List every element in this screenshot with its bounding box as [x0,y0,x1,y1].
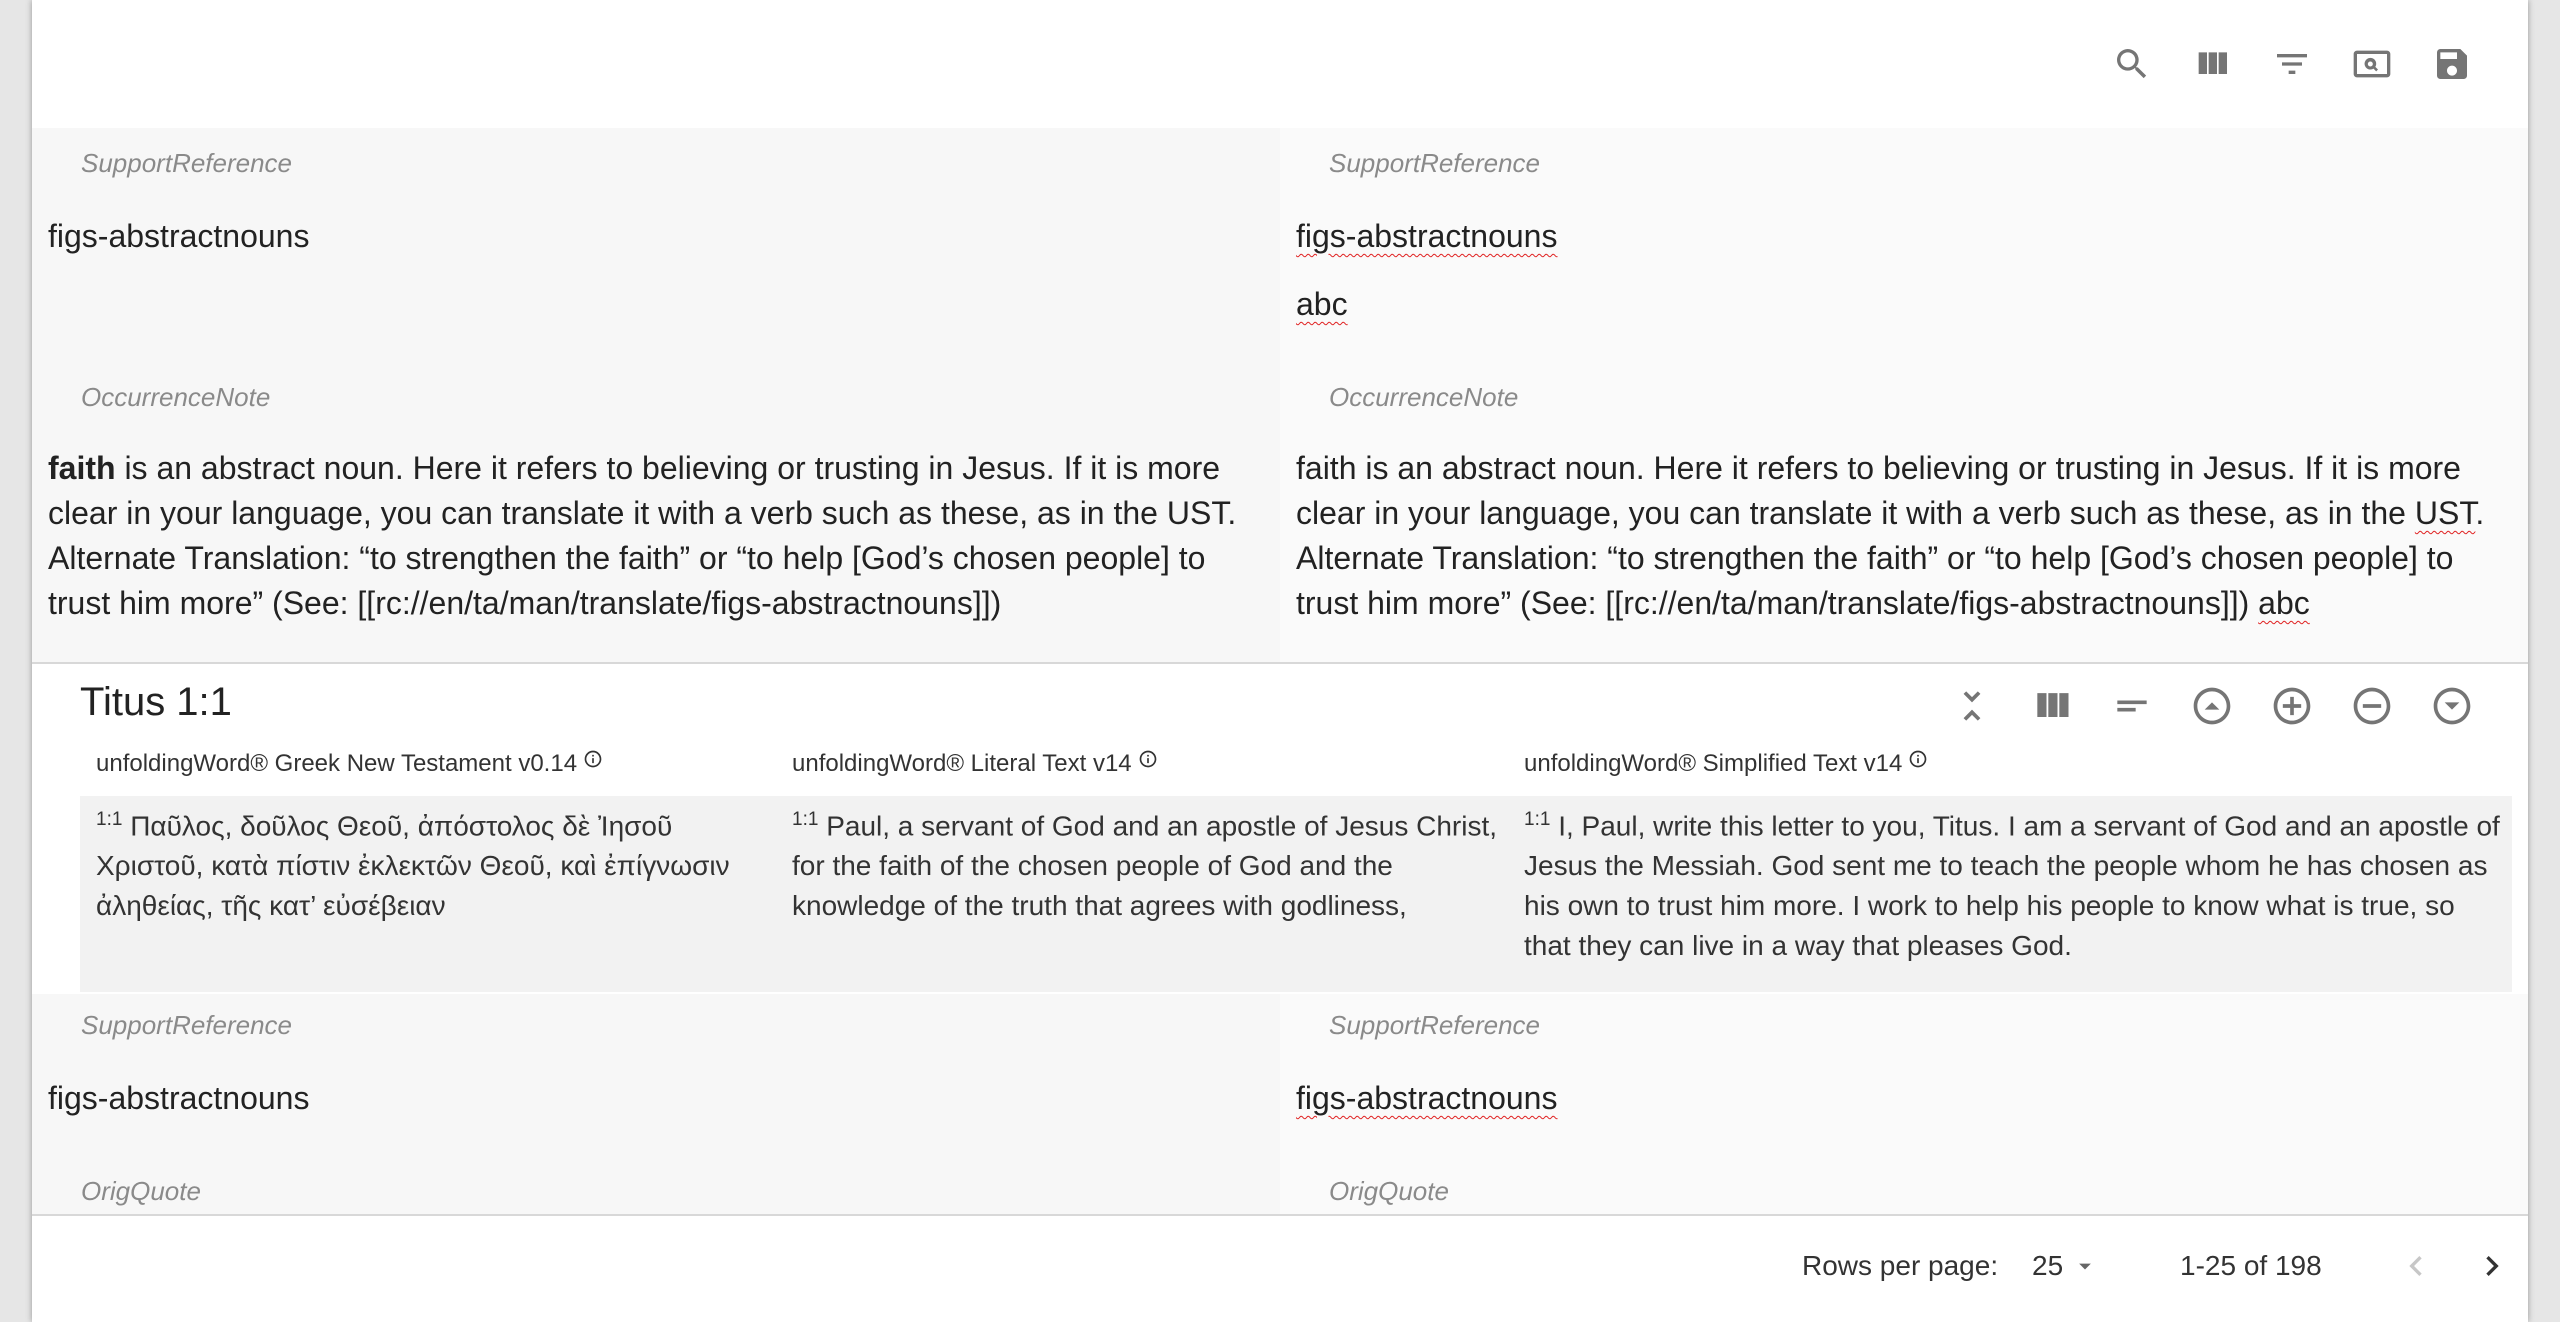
scripture-toolbar [1946,680,2478,732]
target-cell: SupportReference figs-abstractnouns Orig… [1280,994,2528,1214]
chevron-right-icon [2486,1256,2499,1276]
scripture-pane: Titus 1:1 unfoldingWord® Greek New Testa… [32,662,2528,996]
version-title: unfoldingWord® Simplified Text v14 [1524,750,1903,777]
version-header: unfoldingWord® Greek New Testament v0.14 [96,750,603,778]
previous-page-button[interactable] [2392,1242,2440,1290]
scripture-reference-title: Titus 1:1 [80,680,232,724]
preview-button[interactable] [2346,38,2398,90]
occurrence-note-text: faith is an abstract noun. Here it refer… [1296,450,2461,531]
search-button[interactable] [2106,38,2158,90]
occurrence-note-ust: UST [2414,495,2476,531]
support-reference-value: figs-abstractnouns [48,218,310,254]
occurrence-note-label: OccurrenceNote [81,382,271,412]
support-reference-label: SupportReference [81,1010,293,1040]
view-column-icon [2037,693,2069,717]
app-page: SupportReference figs-abstractnouns Occu… [32,0,2528,1322]
verse-content: Παῦλος, δοῦλος Θεοῦ, ἀπόστολος δὲ Ἰησοῦ … [96,810,730,922]
search-icon [2117,49,2147,79]
add-circle-icon [2273,687,2311,725]
support-reference-label: SupportReference [81,148,293,178]
info-icon[interactable] [1908,749,1928,769]
verse-number: 1:1 [1524,809,1551,830]
save-button[interactable] [2426,38,2478,90]
occurrence-note-text: is an abstract noun. Here it refers to b… [48,450,1237,621]
support-reference-extra[interactable]: abc [1296,282,1348,327]
find-in-page-icon [2353,50,2391,78]
verse-content: Paul, a servant of God and an apostle of… [792,810,1498,922]
filter-list-icon [2277,54,2307,74]
filter-button[interactable] [2266,38,2318,90]
arrow-down-circle-icon [2433,687,2471,725]
decrease-button[interactable] [2346,680,2398,732]
short-text-icon [2117,700,2147,712]
remove-circle-icon [2353,687,2391,725]
version-title: unfoldingWord® Greek New Testament v0.14 [96,750,578,777]
occurrence-note-abc: abc [2258,585,2310,621]
view-column-icon [2198,52,2227,74]
support-reference-input[interactable]: figs-abstractnouns [1296,1076,1557,1121]
info-icon[interactable] [1138,749,1158,769]
orig-quote-label: OrigQuote [1329,1176,1449,1206]
version-header: unfoldingWord® Simplified Text v14 [1524,750,1928,778]
support-reference-value: figs-abstractnouns [1296,218,1558,254]
support-reference-label: SupportReference [1329,1010,1541,1040]
next-verse-button[interactable] [2426,680,2478,732]
pagination-footer: Rows per page: 25 1-25 of 198 [32,1214,2528,1322]
support-reference-extra-text: abc [1296,286,1348,322]
rows-per-page-value: 25 [2032,1250,2064,1281]
previous-verse-button[interactable] [2186,680,2238,732]
view-columns-button[interactable] [2026,680,2078,732]
occurrence-note-input[interactable]: faith is an abstract noun. Here it refer… [1296,446,2518,626]
table-toolbar [2106,38,2478,90]
occurrence-note-value: faith is an abstract noun. Here it refer… [48,446,1270,626]
save-icon [2437,49,2467,79]
chevron-left-icon [2409,1256,2422,1276]
support-reference-value: figs-abstractnouns [1296,1080,1558,1116]
source-cell: SupportReference figs-abstractnouns Orig… [32,994,1280,1214]
verse-text: 1:1 Paul, a servant of God and an apostl… [792,800,1522,926]
support-reference-value: figs-abstractnouns [48,1080,310,1116]
verse-number: 1:1 [96,809,123,830]
support-reference-input[interactable]: figs-abstractnouns [1296,214,1557,259]
collapse-button[interactable] [1946,680,1998,732]
target-cell: SupportReference figs-abstractnouns abc … [1280,128,2528,662]
dropdown-arrow-icon [2079,1263,2091,1270]
occurrence-note-label: OccurrenceNote [1329,382,1519,412]
source-cell: SupportReference figs-abstractnouns Occu… [32,128,1280,662]
next-page-button[interactable] [2468,1242,2516,1290]
arrow-up-circle-icon [2193,687,2231,725]
verse-text: 1:1 I, Paul, write this letter to you, T… [1524,800,2504,966]
verse-text: 1:1 Παῦλος, δοῦλος Θεοῦ, ἀπόστολος δὲ Ἰη… [96,800,786,926]
view-columns-button[interactable] [2186,38,2238,90]
version-header: unfoldingWord® Literal Text v14 [792,750,1158,778]
rows-per-page-select[interactable]: 25 [2032,1246,2099,1286]
short-text-button[interactable] [2106,680,2158,732]
info-icon[interactable] [583,749,603,769]
version-title: unfoldingWord® Literal Text v14 [792,750,1132,777]
increase-button[interactable] [2266,680,2318,732]
occurrence-note-bold: faith [48,450,116,486]
verse-number: 1:1 [792,809,819,830]
verse-content: I, Paul, write this letter to you, Titus… [1524,810,2500,962]
collapse-icon [1963,691,1981,721]
page-range-label: 1-25 of 198 [2180,1250,2322,1281]
rows-per-page-label: Rows per page: [1802,1250,1999,1281]
orig-quote-label: OrigQuote [81,1176,201,1206]
support-reference-label: SupportReference [1329,148,1541,178]
